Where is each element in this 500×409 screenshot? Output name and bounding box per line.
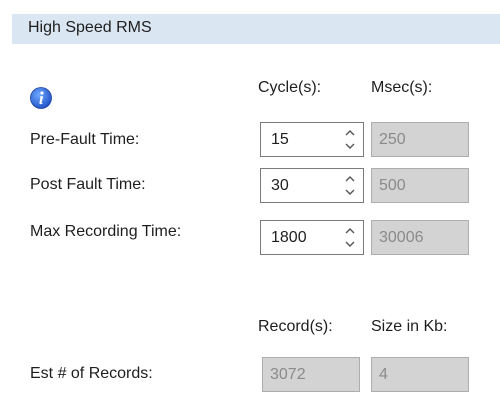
max-recording-cycles-value[interactable]: 1800: [271, 229, 307, 247]
post-fault-cycles-stepper[interactable]: 30: [260, 168, 364, 203]
est-records-size-value: 4: [379, 366, 388, 383]
chevron-up-icon[interactable]: [343, 224, 357, 238]
post-fault-time-label: Post Fault Time:: [30, 176, 146, 193]
est-records-count-value: 3072: [270, 366, 306, 383]
info-icon[interactable]: [30, 87, 52, 109]
chevron-down-icon[interactable]: [343, 237, 357, 251]
max-recording-msec-field: 30006: [371, 220, 469, 255]
pre-fault-msec-field: 250: [371, 122, 469, 157]
column-header-records: Record(s):: [258, 318, 333, 335]
post-fault-msec-value: 500: [379, 177, 406, 194]
section-title: High Speed RMS: [28, 19, 152, 36]
chevron-up-icon[interactable]: [343, 172, 357, 186]
pre-fault-time-label: Pre-Fault Time:: [30, 131, 140, 148]
max-recording-time-label: Max Recording Time:: [30, 223, 182, 240]
column-header-size: Size in Kb:: [371, 318, 448, 335]
pre-fault-cycles-stepper[interactable]: 15: [260, 122, 364, 157]
pre-fault-msec-value: 250: [379, 131, 406, 148]
pre-fault-cycles-value[interactable]: 15: [271, 131, 289, 149]
post-fault-cycles-value[interactable]: 30: [271, 177, 289, 195]
chevron-down-icon[interactable]: [343, 139, 357, 153]
chevron-up-icon[interactable]: [343, 126, 357, 140]
chevron-down-icon[interactable]: [343, 185, 357, 199]
post-fault-msec-field: 500: [371, 168, 469, 203]
section-header: High Speed RMS: [12, 14, 500, 44]
column-header-cycles: Cycle(s):: [258, 79, 322, 96]
est-records-size-field: 4: [371, 357, 469, 392]
est-records-label: Est # of Records:: [30, 365, 153, 382]
est-records-count-field: 3072: [262, 357, 360, 392]
column-header-msec: Msec(s):: [371, 79, 433, 96]
max-recording-cycles-stepper[interactable]: 1800: [260, 220, 364, 255]
max-recording-msec-value: 30006: [379, 229, 424, 246]
